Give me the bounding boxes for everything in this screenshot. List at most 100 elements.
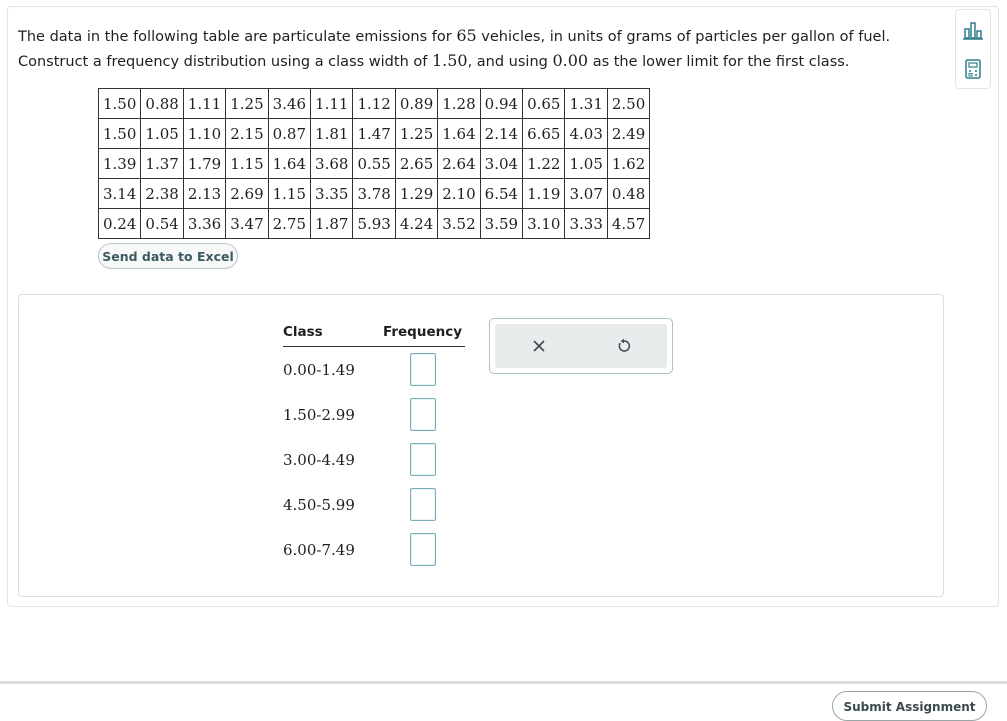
answer-actions-bar <box>495 324 667 368</box>
data-cell: 3.68 <box>310 148 354 179</box>
data-cell: 3.47 <box>225 208 269 239</box>
class-label-3: 3.00-4.49 <box>283 451 355 469</box>
data-cell: 2.10 <box>437 178 481 209</box>
data-cell: 2.38 <box>140 178 184 209</box>
data-cell: 1.15 <box>225 148 269 179</box>
class-label-2: 1.50-2.99 <box>283 406 355 424</box>
answer-area <box>18 294 944 597</box>
data-cell: 0.89 <box>394 88 439 119</box>
data-cell: 0.24 <box>97 208 142 239</box>
data-cell: 3.36 <box>182 208 227 239</box>
data-row: 1.50 0.88 1.11 1.25 3.46 1.11 1.12 0.89 1.28 0.94… <box>97 88 651 119</box>
data-cell: 0.87 <box>267 118 312 149</box>
class-label-5: 6.00-7.49 <box>283 541 355 559</box>
class-column-header: Class <box>283 324 323 340</box>
data-cell: 1.11 <box>310 88 354 119</box>
data-cell: 6.54 <box>479 178 524 209</box>
data-cell: 2.65 <box>394 148 439 179</box>
side-toolbar <box>955 9 991 89</box>
data-cell: 1.05 <box>140 118 184 149</box>
data-cell: 1.31 <box>564 88 608 119</box>
data-cell: 1.22 <box>522 148 566 179</box>
data-cell: 1.10 <box>182 118 227 149</box>
data-cell: 3.46 <box>267 88 312 119</box>
header-divider <box>283 346 465 347</box>
vehicle-count: 65 <box>456 26 477 45</box>
data-cell: 1.19 <box>522 178 566 209</box>
send-to-excel-button[interactable]: Send data to Excel <box>98 243 238 269</box>
frequency-input-1[interactable] <box>410 353 436 386</box>
data-row: 1.39 1.37 1.79 1.15 1.64 3.68 0.55 2.65 2.64 3.04… <box>97 148 651 179</box>
data-cell: 1.05 <box>564 148 608 179</box>
data-cell: 1.15 <box>267 178 312 209</box>
data-cell: 1.47 <box>352 118 396 149</box>
data-cell: 2.50 <box>606 88 651 119</box>
data-cell: 1.25 <box>225 88 269 119</box>
frequency-column-header: Frequency <box>383 324 463 340</box>
data-cell: 3.78 <box>352 178 396 209</box>
data-cell: 0.65 <box>522 88 566 119</box>
data-cell: 1.62 <box>606 148 651 179</box>
footer-divider <box>0 681 1007 684</box>
emissions-data-table: 1.50 0.88 1.11 1.25 3.46 1.11 1.12 0.89 1.28 0.94… <box>97 88 651 239</box>
data-cell: 3.10 <box>522 208 566 239</box>
lower-limit-value: 0.00 <box>552 51 589 70</box>
submit-assignment-button[interactable]: Submit Assignment <box>832 691 987 721</box>
data-cell: 1.25 <box>394 118 439 149</box>
frequency-input-2[interactable] <box>410 398 436 431</box>
data-cell: 1.87 <box>310 208 354 239</box>
data-cell: 2.49 <box>606 118 651 149</box>
bar-chart-icon[interactable] <box>962 19 984 41</box>
data-cell: 1.64 <box>437 118 481 149</box>
data-row: 3.14 2.38 2.13 2.69 1.15 3.35 3.78 1.29 2.10 6.54… <box>97 178 651 209</box>
data-cell: 1.50 <box>97 88 142 119</box>
data-cell: 1.79 <box>182 148 227 179</box>
data-cell: 3.14 <box>97 178 142 209</box>
data-cell: 5.93 <box>352 208 396 239</box>
data-cell: 3.59 <box>479 208 524 239</box>
data-cell: 3.07 <box>564 178 608 209</box>
data-row: 0.24 0.54 3.36 3.47 2.75 1.87 5.93 4.24 3.52 3.59… <box>97 208 651 239</box>
data-cell: 1.64 <box>267 148 312 179</box>
data-cell: 6.65 <box>522 118 566 149</box>
data-cell: 1.12 <box>352 88 396 119</box>
close-icon <box>533 340 545 352</box>
data-cell: 2.14 <box>479 118 524 149</box>
data-cell: 1.28 <box>437 88 481 119</box>
undo-icon <box>618 338 631 352</box>
data-cell: 3.04 <box>479 148 524 179</box>
data-cell: 1.50 <box>97 118 142 149</box>
data-cell: 3.35 <box>310 178 354 209</box>
data-cell: 4.24 <box>394 208 439 239</box>
clear-button[interactable] <box>528 335 550 357</box>
data-cell: 2.69 <box>225 178 269 209</box>
class-label-1: 0.00-1.49 <box>283 361 355 379</box>
data-cell: 4.03 <box>564 118 608 149</box>
data-cell: 3.52 <box>437 208 481 239</box>
data-cell: 0.94 <box>479 88 524 119</box>
data-cell: 1.37 <box>140 148 184 179</box>
frequency-input-4[interactable] <box>410 488 436 521</box>
data-cell: 2.13 <box>182 178 227 209</box>
data-cell: 2.75 <box>267 208 312 239</box>
calculator-icon[interactable] <box>962 58 984 80</box>
data-cell: 0.48 <box>606 178 651 209</box>
data-cell: 2.15 <box>225 118 269 149</box>
data-cell: 0.54 <box>140 208 184 239</box>
class-label-4: 4.50-5.99 <box>283 496 355 514</box>
class-width-value: 1.50 <box>431 51 468 70</box>
frequency-input-5[interactable] <box>410 533 436 566</box>
reset-button[interactable] <box>613 335 635 357</box>
data-cell: 2.64 <box>437 148 481 179</box>
data-cell: 1.81 <box>310 118 354 149</box>
data-cell: 0.88 <box>140 88 184 119</box>
data-cell: 1.39 <box>97 148 142 179</box>
data-cell: 1.29 <box>394 178 439 209</box>
data-cell: 1.11 <box>182 88 227 119</box>
data-row: 1.50 1.05 1.10 2.15 0.87 1.81 1.47 1.25 1.64 2.14… <box>97 118 651 149</box>
data-cell: 4.57 <box>606 208 651 239</box>
data-cell: 0.55 <box>352 148 396 179</box>
answer-actions-panel <box>489 318 673 374</box>
data-cell: 3.33 <box>564 208 608 239</box>
frequency-input-3[interactable] <box>410 443 436 476</box>
